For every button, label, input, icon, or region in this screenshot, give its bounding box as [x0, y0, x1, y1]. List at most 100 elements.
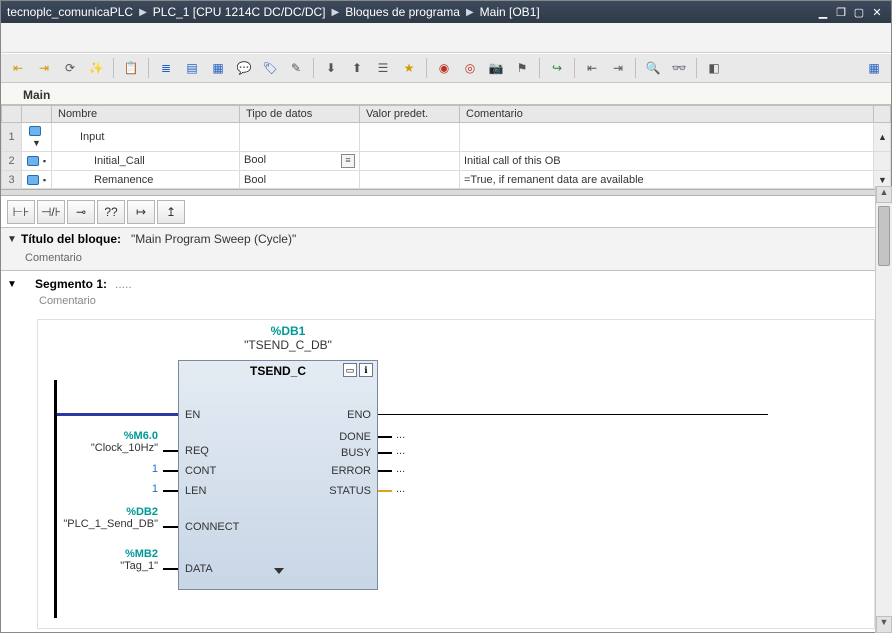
- param-default[interactable]: [360, 123, 460, 152]
- param-name[interactable]: Initial_Call: [52, 152, 240, 171]
- force-icon[interactable]: ⚑: [511, 57, 533, 79]
- wire: [163, 490, 178, 492]
- out-placeholder[interactable]: ...: [396, 445, 405, 457]
- coil-icon[interactable]: ⊸: [67, 200, 95, 224]
- pin-connect: CONNECT: [185, 521, 239, 533]
- interface-row[interactable]: 1 ▼ Input ▲: [2, 123, 891, 152]
- monitor-on-icon[interactable]: ◉: [433, 57, 455, 79]
- param-default[interactable]: [360, 152, 460, 171]
- empty-box-icon[interactable]: ??: [97, 200, 125, 224]
- contact-nc-icon[interactable]: ⊣/⊦: [37, 200, 65, 224]
- eno-wire: [378, 414, 768, 415]
- scrollbar-thumb[interactable]: [878, 206, 890, 266]
- glasses-icon[interactable]: 👓: [668, 57, 690, 79]
- contact-no-icon[interactable]: ⊢⊦: [7, 200, 35, 224]
- indent-right-icon[interactable]: ⇥: [607, 57, 629, 79]
- segment-comment[interactable]: Comentario: [1, 293, 891, 315]
- ladder-network[interactable]: %DB1 "TSEND_C_DB" TSEND_C ▭ ℹ EN REQ CON…: [37, 319, 875, 629]
- param-data[interactable]: %MB2 "Tag_1": [38, 548, 158, 572]
- param-req[interactable]: %M6.0 "Clock_10Hz": [38, 430, 158, 454]
- comment-icon[interactable]: 💬: [233, 57, 255, 79]
- window-titlebar: tecnoplc_comunicaPLC ▶ PLC_1 [CPU 1214C …: [1, 1, 891, 23]
- collapse-icon[interactable]: ▼: [7, 279, 21, 290]
- favorite-icon[interactable]: ★: [398, 57, 420, 79]
- param-type[interactable]: Bool: [240, 171, 360, 189]
- param-connect[interactable]: %DB2 "PLC_1_Send_DB": [38, 506, 158, 530]
- layout-icon[interactable]: ◧: [703, 57, 725, 79]
- scroll-up-icon[interactable]: ▲: [876, 186, 892, 203]
- breadcrumb-item[interactable]: tecnoplc_comunicaPLC: [7, 5, 133, 19]
- step-back-icon[interactable]: ⇤: [7, 57, 29, 79]
- highlight-icon[interactable]: ✨: [85, 57, 107, 79]
- block-interface-table: Nombre Tipo de datos Valor predet. Comen…: [1, 105, 891, 190]
- fb-config-icon[interactable]: ▭: [343, 363, 357, 377]
- block-title-value[interactable]: "Main Program Sweep (Cycle)": [131, 232, 296, 246]
- upload-icon[interactable]: ⬆: [346, 57, 368, 79]
- close-branch-icon[interactable]: ↥: [157, 200, 185, 224]
- compare-icon[interactable]: ☰: [372, 57, 394, 79]
- pin-done: DONE: [339, 431, 371, 443]
- param-name[interactable]: Input: [52, 123, 240, 152]
- out-placeholder[interactable]: ...: [396, 429, 405, 441]
- chevron-down-icon[interactable]: ▼: [32, 138, 41, 148]
- scroll-down-icon[interactable]: ▼: [876, 616, 892, 633]
- function-block-box[interactable]: TSEND_C ▭ ℹ EN REQ CONT LEN CONNECT DATA…: [178, 360, 378, 590]
- param-comment[interactable]: [460, 123, 874, 152]
- search-icon[interactable]: 🔍: [642, 57, 664, 79]
- wire: [163, 470, 178, 472]
- param-type[interactable]: [240, 123, 360, 152]
- block-comment[interactable]: Comentario: [1, 250, 891, 270]
- goto-icon[interactable]: ↪: [546, 57, 568, 79]
- sync-icon[interactable]: ⟳: [59, 57, 81, 79]
- interface-row[interactable]: 2 ▪ Initial_Call Bool≡ Initial call of t…: [2, 152, 891, 171]
- maximize-button[interactable]: ▢: [851, 4, 867, 20]
- properties-icon[interactable]: ▦: [863, 57, 885, 79]
- restore-button[interactable]: ❐: [833, 4, 849, 20]
- param-name[interactable]: Remanence: [52, 171, 240, 189]
- tag-icon[interactable]: 🏷: [259, 57, 281, 79]
- pin-eno: ENO: [347, 409, 371, 421]
- segment-header[interactable]: ▼ Segmento 1: .....: [1, 271, 891, 293]
- col-type[interactable]: Tipo de datos: [240, 106, 360, 123]
- param-default[interactable]: [360, 171, 460, 189]
- step-forward-icon[interactable]: ⇥: [33, 57, 55, 79]
- type-picker-button[interactable]: ≡: [341, 154, 355, 168]
- col-default[interactable]: Valor predet.: [360, 106, 460, 123]
- param-type[interactable]: Bool≡: [240, 152, 360, 171]
- minimize-button[interactable]: ▁: [815, 4, 831, 20]
- open-branch-icon[interactable]: ↦: [127, 200, 155, 224]
- param-cont[interactable]: 1: [38, 463, 158, 475]
- out-placeholder[interactable]: ...: [396, 483, 405, 495]
- segment-title-placeholder[interactable]: .....: [115, 277, 132, 291]
- monitor-off-icon[interactable]: ◎: [459, 57, 481, 79]
- indent-left-icon[interactable]: ⇤: [581, 57, 603, 79]
- scrollbar-track[interactable]: [874, 152, 891, 171]
- copy-icon[interactable]: 📋: [120, 57, 142, 79]
- breadcrumb-item[interactable]: Main [OB1]: [480, 5, 540, 19]
- breadcrumb-item[interactable]: PLC_1 [CPU 1214C DC/DC/DC]: [153, 5, 326, 19]
- param-comment[interactable]: =True, if remanent data are available: [460, 171, 874, 189]
- scroll-up-icon[interactable]: ▲: [874, 123, 891, 152]
- block-icon[interactable]: ▤: [181, 57, 203, 79]
- param-len[interactable]: 1: [38, 483, 158, 495]
- col-name[interactable]: Nombre: [52, 106, 240, 123]
- en-wire: [57, 413, 178, 416]
- collapse-icon[interactable]: ▼: [7, 234, 21, 245]
- section-icon: [29, 126, 41, 136]
- out-placeholder[interactable]: ...: [396, 463, 405, 475]
- data-variant-dropdown[interactable]: [274, 568, 284, 574]
- network-icon[interactable]: ▦: [207, 57, 229, 79]
- editor-scrollbar[interactable]: ▲ ▼: [875, 186, 892, 633]
- param-comment[interactable]: Initial call of this OB: [460, 152, 874, 171]
- fb-diag-icon[interactable]: ℹ: [359, 363, 373, 377]
- col-comment[interactable]: Comentario: [460, 106, 874, 123]
- rename-icon[interactable]: ✎: [285, 57, 307, 79]
- chevron-right-icon: ▶: [332, 7, 340, 18]
- download-icon[interactable]: ⬇: [320, 57, 342, 79]
- list-icon[interactable]: ≣: [155, 57, 177, 79]
- breadcrumb-item[interactable]: Bloques de programa: [345, 5, 460, 19]
- close-button[interactable]: ✕: [869, 4, 885, 20]
- interface-row[interactable]: 3 ▪ Remanence Bool =True, if remanent da…: [2, 171, 891, 189]
- snapshot-icon[interactable]: 📷: [485, 57, 507, 79]
- segment-label: Segmento 1:: [35, 277, 107, 291]
